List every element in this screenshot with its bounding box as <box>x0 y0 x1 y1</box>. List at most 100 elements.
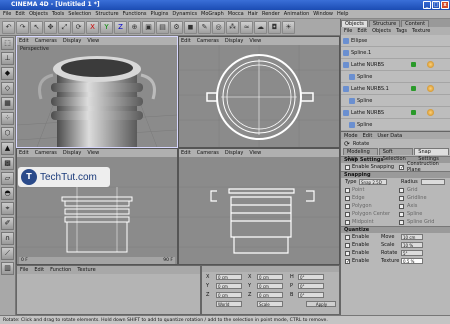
maximize-button[interactable]: □ <box>432 1 440 9</box>
snap-icon[interactable]: ⌖ <box>1 202 14 215</box>
gridline-checkbox[interactable] <box>399 195 404 201</box>
nurbs-icon[interactable]: ◎ <box>212 20 225 34</box>
live-selection-icon[interactable]: ↖ <box>30 20 43 34</box>
om-menu-edit[interactable]: Edit <box>357 28 367 34</box>
checker-icon[interactable]: ▩ <box>1 157 14 170</box>
deformer-icon[interactable]: ≈ <box>240 20 253 34</box>
viewport-front[interactable]: Edit Cameras Display View <box>178 148 340 265</box>
make-editable-icon[interactable]: ⬚ <box>1 37 14 50</box>
menu-render[interactable]: Render <box>262 11 280 17</box>
close-button[interactable]: x <box>441 1 449 9</box>
menu-file[interactable]: File <box>3 11 11 17</box>
vp-menu-display[interactable]: Display <box>63 38 81 44</box>
om-menu-file[interactable]: File <box>344 28 352 34</box>
vp-menu-view[interactable]: View <box>249 38 261 44</box>
scene-icon[interactable]: ☁ <box>254 20 267 34</box>
pos-x-field[interactable]: 0 cm <box>216 273 242 280</box>
undo-icon[interactable]: ↶ <box>2 20 15 34</box>
camera-icon[interactable]: ◘ <box>268 20 281 34</box>
enable-snapping-checkbox[interactable] <box>345 164 350 170</box>
om-menu-texture[interactable]: Texture <box>412 28 430 34</box>
size-z-field[interactable]: 0 cm <box>257 291 283 298</box>
polygon-checkbox[interactable] <box>345 203 350 209</box>
scale-quantize-field[interactable]: 10 % <box>401 242 423 248</box>
menu-functions[interactable]: Functions <box>123 11 147 17</box>
rot-h-field[interactable]: 0° <box>298 273 324 280</box>
radius-field[interactable] <box>421 179 445 185</box>
rotate-quantize-field[interactable]: 5° <box>401 250 423 256</box>
light-icon[interactable]: ☀ <box>282 20 295 34</box>
menu-mocca[interactable]: Mocca <box>228 11 244 17</box>
phong-tag-icon[interactable] <box>411 86 416 91</box>
tab-objects[interactable]: Objects <box>341 20 368 27</box>
minimize-button[interactable]: _ <box>423 1 431 9</box>
quantize-scale-checkbox[interactable] <box>345 242 350 248</box>
object-row[interactable]: Lathe NURBS.1 <box>341 83 450 95</box>
menu-objects[interactable]: Objects <box>29 11 48 17</box>
vp-menu-edit[interactable]: Edit <box>181 38 191 44</box>
magnet-icon[interactable]: ∩ <box>1 232 14 245</box>
paint-icon[interactable]: ✐ <box>1 217 14 230</box>
render-picture-viewer-icon[interactable]: ▤ <box>156 20 169 34</box>
menu-structure[interactable]: Structure <box>95 11 118 17</box>
workplane-icon[interactable]: ▱ <box>1 172 14 185</box>
menu-tools[interactable]: Tools <box>52 11 64 17</box>
size-mode-select[interactable]: Scale <box>257 301 283 307</box>
tab-snap-settings[interactable]: Snap Settings <box>414 148 449 162</box>
material-tag-icon[interactable] <box>427 61 434 68</box>
render-settings-icon[interactable]: ⚙ <box>170 20 183 34</box>
menu-mograph[interactable]: MoGraph <box>201 11 224 17</box>
vp-menu-cameras[interactable]: Cameras <box>35 38 57 44</box>
texture-quantize-field[interactable]: 0.5 % <box>401 258 423 264</box>
object-row[interactable]: Spline <box>341 95 450 107</box>
rot-p-field[interactable]: 0° <box>298 282 324 289</box>
size-x-field[interactable]: 0 cm <box>257 273 283 280</box>
om-menu-tags[interactable]: Tags <box>396 28 407 34</box>
timeline-bar[interactable]: 0 F 90 F <box>19 257 175 264</box>
vp-menu-display[interactable]: Display <box>225 38 243 44</box>
om-menu-objects[interactable]: Objects <box>372 28 391 34</box>
edges-mode-icon[interactable]: ⬡ <box>1 127 14 140</box>
construction-plane-checkbox[interactable] <box>399 164 404 170</box>
move-icon[interactable]: ✥ <box>44 20 57 34</box>
x-axis-icon[interactable]: X <box>86 20 99 34</box>
viewport-perspective[interactable]: Edit Cameras Display View Perspective <box>16 36 178 148</box>
vp-menu-view[interactable]: View <box>249 150 261 156</box>
edge-checkbox[interactable] <box>345 195 350 201</box>
vp-menu-view[interactable]: View <box>87 38 99 44</box>
attr-menu-user-data[interactable]: User Data <box>377 133 402 139</box>
rotate-icon[interactable]: ⟳ <box>72 20 85 34</box>
mat-menu-function[interactable]: Function <box>50 267 71 273</box>
tab-structure[interactable]: Structure <box>368 20 401 27</box>
scale-icon[interactable]: ⤢ <box>58 20 71 34</box>
polygons-mode-icon[interactable]: ▲ <box>1 142 14 155</box>
menu-selection[interactable]: Selection <box>68 11 91 17</box>
knife-icon[interactable]: ⟋ <box>1 247 14 260</box>
vp-menu-edit[interactable]: Edit <box>19 150 29 156</box>
vp-menu-edit[interactable]: Edit <box>19 38 29 44</box>
menu-window[interactable]: Window <box>313 11 333 17</box>
coordinate-mode-select[interactable]: World <box>216 301 242 307</box>
size-y-field[interactable]: 0 cm <box>257 282 283 289</box>
object-row[interactable]: Lathe NURBS <box>341 107 450 119</box>
viewport-right[interactable]: Edit Cameras Display View 0 F 90 F <box>16 148 178 265</box>
vp-menu-cameras[interactable]: Cameras <box>197 150 219 156</box>
points-mode-icon[interactable]: ⁘ <box>1 112 14 125</box>
menu-help[interactable]: Help <box>337 11 348 17</box>
midpoint-checkbox[interactable] <box>345 219 350 225</box>
vp-menu-view[interactable]: View <box>87 150 99 156</box>
phong-tag-icon[interactable] <box>411 110 416 115</box>
axis-checkbox[interactable] <box>399 203 404 209</box>
quantize-move-checkbox[interactable] <box>345 234 350 240</box>
object-row[interactable]: Spline <box>341 119 450 131</box>
y-axis-icon[interactable]: Y <box>100 20 113 34</box>
pos-y-field[interactable]: 0 cm <box>216 282 242 289</box>
material-tag-icon[interactable] <box>427 85 434 92</box>
menu-plugins[interactable]: Plugins <box>150 11 168 17</box>
vp-menu-edit[interactable]: Edit <box>181 150 191 156</box>
mat-menu-texture[interactable]: Texture <box>77 267 95 273</box>
coordinate-system-icon[interactable]: ⊕ <box>128 20 141 34</box>
vp-menu-cameras[interactable]: Cameras <box>35 150 57 156</box>
menu-hair[interactable]: Hair <box>248 11 258 17</box>
quantize-texture-checkbox[interactable] <box>345 258 350 264</box>
